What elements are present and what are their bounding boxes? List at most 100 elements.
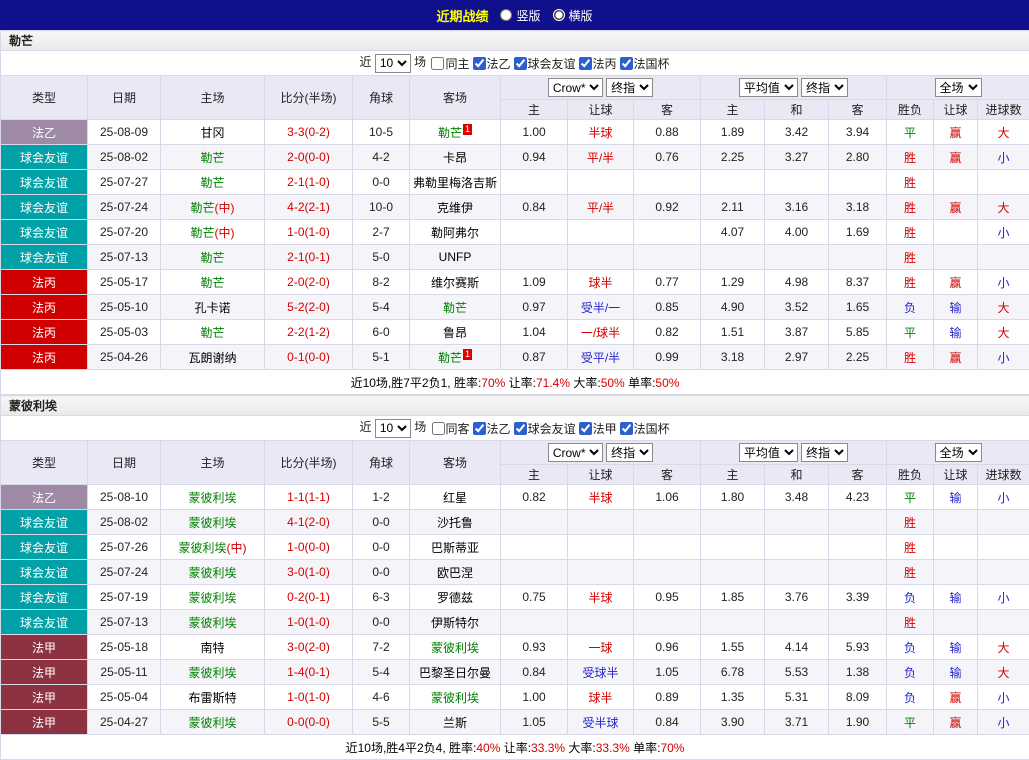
home-team-cell[interactable]: 蒙彼利埃 xyxy=(161,660,265,685)
home-team-cell[interactable]: 勒芒 xyxy=(161,145,265,170)
team-name: 蒙彼利埃 xyxy=(178,541,226,555)
home-team-cell[interactable]: 蒙彼利埃(中) xyxy=(161,535,265,560)
away-team-cell[interactable]: UNFP xyxy=(410,245,501,270)
home-team-cell[interactable]: 勒芒(中) xyxy=(161,195,265,220)
same-venue-checkbox[interactable] xyxy=(432,422,445,435)
bookmaker-select[interactable]: Crow* xyxy=(548,443,603,462)
home-team-cell[interactable]: 南特 xyxy=(161,635,265,660)
home-team-cell[interactable]: 蒙彼利埃 xyxy=(161,585,265,610)
match-count-select[interactable]: 10 xyxy=(375,419,411,438)
sub-col-header: 客 xyxy=(829,100,887,120)
bookmaker-select[interactable]: Crow* xyxy=(548,78,603,97)
league-filter-1[interactable]: 球会友谊 xyxy=(513,55,576,72)
league-filter-2[interactable]: 法甲 xyxy=(578,420,617,437)
match-scope-select[interactable]: 全场 xyxy=(935,443,982,462)
away-team-cell[interactable]: 卡昂 xyxy=(410,145,501,170)
goals-result-cell: 小 xyxy=(978,710,1029,735)
horizontal-layout-radio[interactable] xyxy=(553,9,565,21)
home-team-cell[interactable]: 蒙彼利埃 xyxy=(161,610,265,635)
home-team-cell[interactable]: 甘冈 xyxy=(161,120,265,145)
away-team-cell[interactable]: 蒙彼利埃 xyxy=(410,685,501,710)
home-team-cell[interactable]: 蒙彼利埃 xyxy=(161,485,265,510)
away-team-cell[interactable]: 伊斯特尔 xyxy=(410,610,501,635)
team-name: 红星 xyxy=(443,491,467,505)
home-team-cell[interactable]: 蒙彼利埃 xyxy=(161,510,265,535)
avg-odds-select[interactable]: 平均值 xyxy=(739,78,798,97)
avg-odds-select[interactable]: 平均值 xyxy=(739,443,798,462)
score-cell: 2-1(0-1) xyxy=(265,245,353,270)
home-team-cell[interactable]: 勒芒 xyxy=(161,170,265,195)
col-header: 类型 xyxy=(1,441,88,485)
league-filter-3[interactable]: 法国杯 xyxy=(619,55,670,72)
home-team-cell[interactable]: 蒙彼利埃 xyxy=(161,710,265,735)
league-filter-2[interactable]: 法丙 xyxy=(578,55,617,72)
league-filter-checkbox[interactable] xyxy=(620,57,633,70)
handicap-line: 受球半 xyxy=(568,660,634,685)
layout-option-vertical[interactable]: 竖版 xyxy=(500,7,540,24)
away-team-cell[interactable]: 罗德兹 xyxy=(410,585,501,610)
handicap-result-cell xyxy=(934,510,978,535)
match-count-select[interactable]: 10 xyxy=(375,54,411,73)
col-header: 主场 xyxy=(161,76,265,120)
same-venue-checkbox[interactable] xyxy=(431,57,444,70)
same-venue-filter[interactable]: 同客 xyxy=(431,420,470,437)
away-team-cell[interactable]: 勒阿弗尔 xyxy=(410,220,501,245)
away-team-cell[interactable]: 弗勒里梅洛吉斯 xyxy=(410,170,501,195)
league-filter-1[interactable]: 球会友谊 xyxy=(513,420,576,437)
team-section-title: 蒙彼利埃 xyxy=(1,396,1029,416)
match-row: 球会友谊25-07-19蒙彼利埃0-2(0-1)6-3罗德兹0.75半球0.95… xyxy=(1,585,1029,610)
corners-cell: 5-4 xyxy=(353,295,410,320)
away-team-cell[interactable]: 沙托鲁 xyxy=(410,510,501,535)
match-date: 25-08-10 xyxy=(88,485,161,510)
score-cell: 5-2(2-0) xyxy=(265,295,353,320)
avg-stage-select[interactable]: 终指 xyxy=(801,78,848,97)
away-team-cell[interactable]: 红星 xyxy=(410,485,501,510)
away-team-cell[interactable]: 兰斯 xyxy=(410,710,501,735)
handicap-odds-home xyxy=(501,220,568,245)
red-card-badge: 1 xyxy=(463,349,472,360)
league-filter-3[interactable]: 法国杯 xyxy=(619,420,670,437)
away-team-cell[interactable]: 欧巴涅 xyxy=(410,560,501,585)
handicap-odds-home: 1.04 xyxy=(501,320,568,345)
league-filter-checkbox[interactable] xyxy=(473,57,486,70)
home-team-cell[interactable]: 孔卡诺 xyxy=(161,295,265,320)
away-team-cell[interactable]: 维尔赛斯 xyxy=(410,270,501,295)
same-venue-filter[interactable]: 同主 xyxy=(430,55,469,72)
away-team-cell[interactable]: 巴黎圣日尔曼 xyxy=(410,660,501,685)
away-team-cell[interactable]: 勒芒1 xyxy=(410,345,501,370)
away-team-cell[interactable]: 勒芒1 xyxy=(410,120,501,145)
league-filter-checkbox[interactable] xyxy=(473,422,486,435)
match-row: 球会友谊25-07-20勒芒(中)1-0(1-0)2-7勒阿弗尔4.074.00… xyxy=(1,220,1029,245)
league-filter-checkbox[interactable] xyxy=(579,422,592,435)
match-row: 球会友谊25-07-13蒙彼利埃1-0(1-0)0-0伊斯特尔胜 xyxy=(1,610,1029,635)
layout-option-horizontal[interactable]: 横版 xyxy=(553,7,593,24)
avg-stage-select[interactable]: 终指 xyxy=(801,443,848,462)
home-team-cell[interactable]: 蒙彼利埃 xyxy=(161,560,265,585)
league-filter-0[interactable]: 法乙 xyxy=(472,420,511,437)
match-scope-select[interactable]: 全场 xyxy=(935,78,982,97)
bookmaker-stage-select[interactable]: 终指 xyxy=(606,78,653,97)
away-team-cell[interactable]: 鲁昂 xyxy=(410,320,501,345)
league-filter-checkbox[interactable] xyxy=(579,57,592,70)
away-team-cell[interactable]: 克维伊 xyxy=(410,195,501,220)
home-team-cell[interactable]: 勒芒 xyxy=(161,245,265,270)
away-team-cell[interactable]: 勒芒 xyxy=(410,295,501,320)
home-team-cell[interactable]: 勒芒 xyxy=(161,270,265,295)
league-filter-checkbox[interactable] xyxy=(514,422,527,435)
away-team-cell[interactable]: 蒙彼利埃 xyxy=(410,635,501,660)
vertical-layout-radio[interactable] xyxy=(500,9,512,21)
league-filter-checkbox[interactable] xyxy=(620,422,633,435)
home-team-cell[interactable]: 勒芒(中) xyxy=(161,220,265,245)
bookmaker-stage-select[interactable]: 终指 xyxy=(606,443,653,462)
home-team-cell[interactable]: 勒芒 xyxy=(161,320,265,345)
team-name: 布雷斯特 xyxy=(188,691,236,705)
league-badge: 法甲 xyxy=(1,660,88,685)
away-team-cell[interactable]: 巴斯蒂亚 xyxy=(410,535,501,560)
league-filter-0[interactable]: 法乙 xyxy=(472,55,511,72)
handicap-result-cell: 输 xyxy=(934,295,978,320)
handicap-line: 平/半 xyxy=(568,195,634,220)
home-team-cell[interactable]: 瓦朗谢纳 xyxy=(161,345,265,370)
league-filter-checkbox[interactable] xyxy=(514,57,527,70)
corners-cell: 10-5 xyxy=(353,120,410,145)
home-team-cell[interactable]: 布雷斯特 xyxy=(161,685,265,710)
